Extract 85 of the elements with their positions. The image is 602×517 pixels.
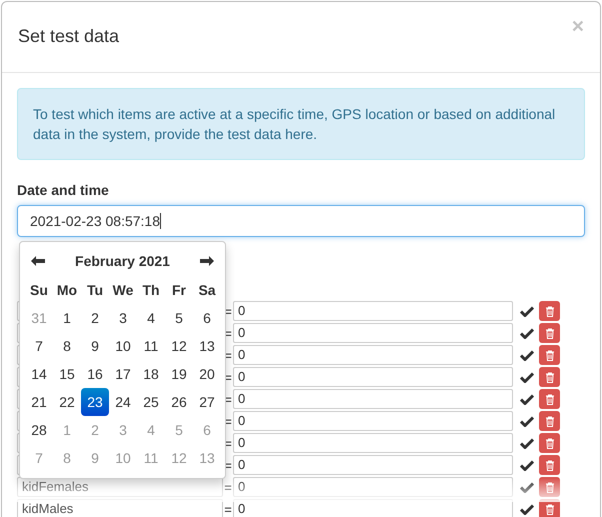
- check-icon[interactable]: [520, 306, 534, 316]
- check-icon[interactable]: [520, 328, 534, 338]
- info-message: To test which items are active at a specific time, GPS location or based on additional data in the system, provide the test data here.: [17, 88, 585, 160]
- calendar-day[interactable]: 16: [81, 360, 109, 388]
- trash-icon: [544, 306, 554, 316]
- check-icon[interactable]: [520, 394, 534, 404]
- weekday-label: Tu: [86, 281, 104, 300]
- calendar-day[interactable]: 25: [137, 388, 165, 416]
- calendar-day[interactable]: 17: [109, 360, 137, 388]
- value-field[interactable]: 0: [233, 455, 513, 475]
- trash-icon: [544, 438, 554, 448]
- calendar-day[interactable]: 12: [165, 332, 193, 360]
- trash-icon: [544, 460, 554, 470]
- trash-icon: [544, 482, 554, 492]
- check-icon[interactable]: [520, 350, 534, 360]
- delete-button[interactable]: [539, 433, 560, 453]
- calendar-day[interactable]: 9: [81, 332, 109, 360]
- delete-button[interactable]: [539, 323, 560, 343]
- calendar-day[interactable]: 15: [53, 360, 81, 388]
- value-field[interactable]: 0: [233, 323, 513, 343]
- delete-button[interactable]: [539, 345, 560, 365]
- check-icon[interactable]: [520, 416, 534, 426]
- value-field[interactable]: 0: [233, 301, 513, 321]
- name-field[interactable]: kidMales: [17, 499, 223, 517]
- calendar-day[interactable]: 14: [25, 360, 53, 388]
- calendar-day[interactable]: 18: [137, 360, 165, 388]
- datetime-field[interactable]: 2021-02-23 08:57:18: [17, 205, 585, 237]
- calendar-day[interactable]: 8: [53, 332, 81, 360]
- calendar-day[interactable]: 7: [25, 332, 53, 360]
- weekday-label: Fr: [171, 281, 187, 300]
- calendar-day[interactable]: 10: [109, 332, 137, 360]
- delete-button[interactable]: [539, 455, 560, 475]
- field-label: Date and time: [17, 182, 110, 198]
- calendar-day[interactable]: 20: [193, 360, 221, 388]
- value-field[interactable]: 0: [233, 367, 513, 387]
- trash-icon: [544, 416, 554, 426]
- trash-icon: [544, 350, 554, 360]
- weekday-label: Th: [141, 281, 161, 300]
- calendar-day[interactable]: 6: [193, 304, 221, 332]
- trash-icon: [544, 328, 554, 338]
- calendar-day[interactable]: 13: [193, 332, 221, 360]
- calendar-day[interactable]: 3: [109, 304, 137, 332]
- calendar-day[interactable]: 5: [165, 304, 193, 332]
- calendar-day[interactable]: 24: [109, 388, 137, 416]
- trash-icon: [544, 504, 554, 514]
- calendar-day[interactable]: 11: [137, 332, 165, 360]
- value-field[interactable]: 0: [233, 389, 513, 409]
- calendar-day[interactable]: 2: [81, 304, 109, 332]
- dialog-title: Set test data: [18, 25, 120, 48]
- operator: =: [223, 502, 233, 516]
- value-field[interactable]: 0: [233, 411, 513, 431]
- check-icon[interactable]: [520, 372, 534, 382]
- weekday-label: Su: [29, 281, 49, 300]
- calendar-day[interactable]: 26: [165, 388, 193, 416]
- delete-button[interactable]: [539, 367, 560, 387]
- check-icon[interactable]: [520, 504, 534, 514]
- next-month-icon[interactable]: [198, 255, 215, 267]
- weekday-label: Mo: [56, 281, 78, 300]
- calendar-day[interactable]: 21: [25, 388, 53, 416]
- calendar-day[interactable]: 4: [137, 304, 165, 332]
- delete-button[interactable]: [539, 301, 560, 321]
- calendar-day[interactable]: 1: [53, 304, 81, 332]
- delete-button[interactable]: [539, 411, 560, 431]
- calendar-day[interactable]: 27: [193, 388, 221, 416]
- weekday-label: We: [112, 281, 134, 300]
- value-field[interactable]: 0: [233, 345, 513, 365]
- weekday-label: Sa: [197, 281, 217, 300]
- delete-button[interactable]: [539, 389, 560, 409]
- trash-icon: [544, 394, 554, 404]
- calendar-day[interactable]: 22: [53, 388, 81, 416]
- delete-button[interactable]: [539, 477, 560, 497]
- delete-button[interactable]: [539, 499, 560, 517]
- check-icon[interactable]: [520, 460, 534, 470]
- previous-month-icon[interactable]: [30, 255, 46, 267]
- value-field[interactable]: 0: [233, 477, 513, 497]
- month-title[interactable]: February 2021: [75, 253, 170, 269]
- value-field[interactable]: 0: [233, 499, 513, 517]
- calendar-day[interactable]: 19: [165, 360, 193, 388]
- trash-icon: [544, 372, 554, 382]
- calendar-day[interactable]: 23: [81, 388, 109, 416]
- check-icon[interactable]: [520, 482, 534, 492]
- check-icon[interactable]: [520, 438, 534, 448]
- operator: =: [223, 480, 233, 494]
- value-field[interactable]: 0: [233, 433, 513, 453]
- calendar-day[interactable]: 28: [25, 416, 53, 444]
